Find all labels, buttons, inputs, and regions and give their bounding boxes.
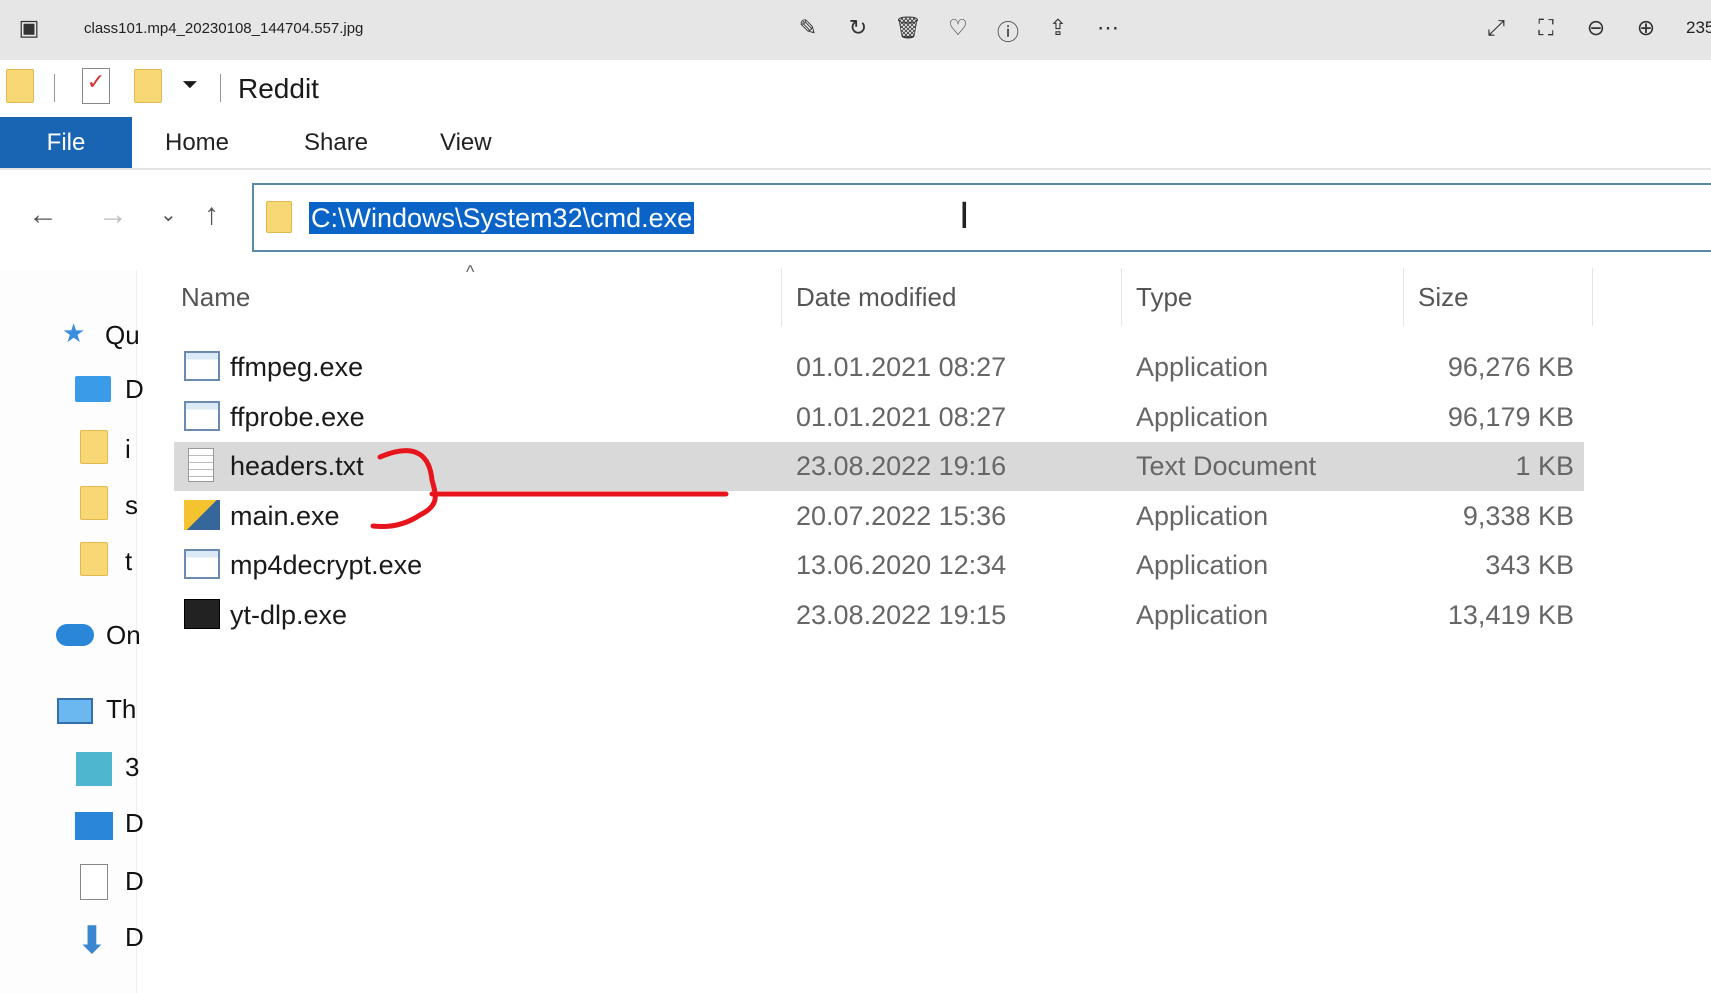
red-annotation [370,448,729,530]
